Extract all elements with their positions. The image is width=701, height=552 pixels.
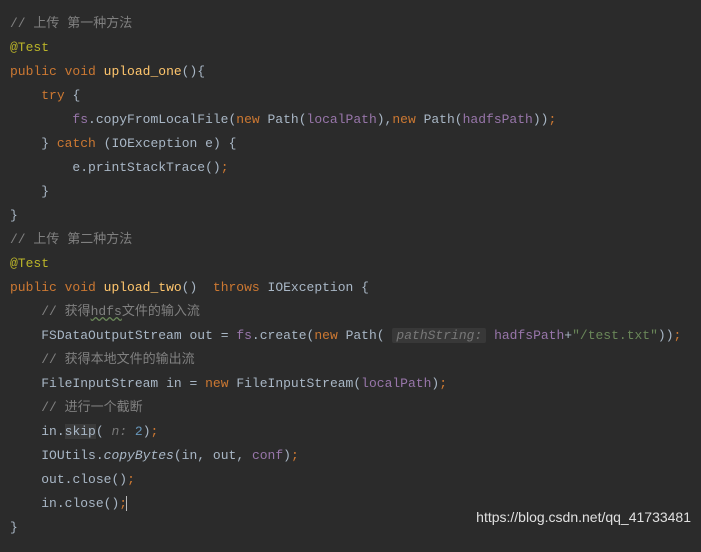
kw-throws: throws [213, 280, 260, 295]
kw-new: new [205, 376, 228, 391]
annotation-test: @Test [10, 256, 49, 271]
class-ioutils: IOUtils [41, 448, 96, 463]
field-localPath: localPath [307, 112, 377, 127]
call-printStackTrace: printStackTrace [88, 160, 205, 175]
field-hadfsPath: hadfsPath [463, 112, 533, 127]
class-path: Path [346, 328, 377, 343]
class-fileinputstream: FileInputStream [41, 376, 158, 391]
class-ioexception: IOException [268, 280, 354, 295]
var-in: in [41, 496, 57, 511]
kw-new: new [392, 112, 415, 127]
call-copyFromLocalFile: copyFromLocalFile [96, 112, 229, 127]
text-caret [126, 496, 135, 511]
var-in: in [182, 448, 198, 463]
call-copyBytes: copyBytes [104, 448, 174, 463]
param-hint-n: n: [111, 424, 127, 439]
var-in: in [41, 424, 57, 439]
kw-void: void [65, 280, 96, 295]
code-block: // 上传 第一种方法 @Test public void upload_one… [0, 0, 701, 552]
field-fs: fs [236, 328, 252, 343]
wavy-hdfs: hdfs [91, 304, 122, 319]
method-upload-one: upload_one [104, 64, 182, 79]
annotation-test: @Test [10, 40, 49, 55]
class-fsdataoutputstream: FSDataOutputStream [41, 328, 181, 343]
call-close: close [72, 472, 111, 487]
kw-new: new [236, 112, 259, 127]
var-out: out [213, 448, 236, 463]
call-create: create [260, 328, 307, 343]
class-path: Path [268, 112, 299, 127]
var-out: out [189, 328, 212, 343]
field-localPath: localPath [361, 376, 431, 391]
field-hadfsPath: hadfsPath [494, 328, 564, 343]
kw-public: public [10, 64, 57, 79]
var-out: out [41, 472, 64, 487]
call-close: close [65, 496, 104, 511]
class-ioexception: IOException [111, 136, 197, 151]
class-path: Path [424, 112, 455, 127]
kw-new: new [314, 328, 337, 343]
kw-void: void [65, 64, 96, 79]
field-conf: conf [252, 448, 283, 463]
var-e: e [205, 136, 213, 151]
param-hint-pathstring: pathString: [392, 328, 486, 343]
class-fileinputstream: FileInputStream [236, 376, 353, 391]
method-upload-two: upload_two [104, 280, 182, 295]
comment-line: // 上传 第一种方法 [10, 16, 132, 31]
num-2: 2 [135, 424, 143, 439]
call-skip: skip [65, 424, 96, 439]
kw-catch: catch [57, 136, 96, 151]
comment-line: // 获得本地文件的输出流 [41, 352, 194, 367]
string-test: "/test.txt" [572, 328, 658, 343]
comment-line: // 上传 第二种方法 [10, 232, 132, 247]
field-fs: fs [72, 112, 88, 127]
kw-try: try [41, 88, 64, 103]
kw-public: public [10, 280, 57, 295]
comment-line: // 进行一个截断 [41, 400, 142, 415]
comment-line: // 获得hdfs文件的输入流 [41, 304, 200, 319]
watermark: https://blog.csdn.net/qq_41733481 [476, 505, 691, 529]
var-in: in [166, 376, 182, 391]
